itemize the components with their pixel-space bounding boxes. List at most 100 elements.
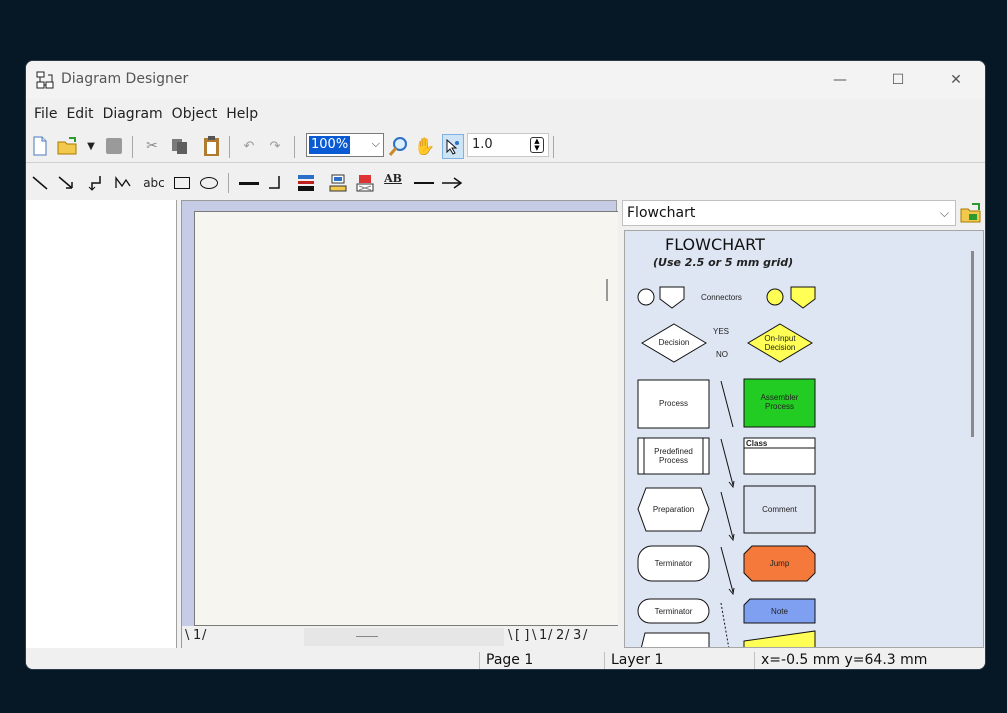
no-label: NO: [716, 350, 728, 359]
stencil-scrollbar[interactable]: [971, 251, 974, 437]
scroll-thumb[interactable]: [356, 636, 378, 637]
window-title: Diagram Designer: [61, 71, 189, 87]
process-label: Process: [659, 399, 688, 408]
arrow-end-icon[interactable]: [440, 174, 464, 192]
polyline-tool-icon[interactable]: [114, 174, 132, 192]
menu-object[interactable]: Object: [172, 106, 218, 122]
flow-line-shape: [720, 380, 734, 428]
menu-bar: File Edit Diagram Object Help: [26, 101, 267, 127]
spin-updown-icon[interactable]: ▲ ▼: [530, 137, 544, 153]
ellipse-tool-icon[interactable]: [200, 177, 218, 189]
save-icon[interactable]: [106, 138, 122, 154]
main-toolbar: ▼ ✂ ↶ ↷ 100% ⌵ ✋ 1.0 ▲ ▼: [26, 131, 985, 163]
line-tool-icon[interactable]: [31, 174, 49, 192]
comment-label: Comment: [762, 505, 797, 514]
flow-arrow-shape: [720, 438, 734, 486]
page-tabs-bar: \ 1 / \ [ ] \ 1 / 2 / 3 /: [182, 626, 618, 648]
library-select[interactable]: Flowchart ⌵: [622, 200, 956, 226]
predefined-process-label-line2: Process: [659, 456, 688, 465]
layer-tab-all[interactable]: [ ]: [515, 628, 529, 643]
note-label: Note: [771, 607, 788, 616]
text-style-button[interactable]: AB: [382, 172, 404, 194]
text-tool-button[interactable]: abc: [141, 174, 167, 192]
manual-input-yellow-shape: [743, 630, 816, 647]
assembler-process-label-line2: Process: [765, 402, 794, 411]
layer-tab-divider: /: [565, 628, 570, 643]
redo-icon[interactable]: ↷: [266, 137, 284, 155]
preparation-label: Preparation: [652, 505, 695, 514]
cut-icon[interactable]: ✂: [144, 137, 160, 155]
arrow-line-tool-icon[interactable]: [57, 174, 75, 192]
zoom-value[interactable]: 100%: [309, 136, 351, 154]
layer-tab-divider: /: [583, 628, 588, 643]
layer-tab-divider: /: [202, 628, 207, 643]
layer-tab-divider: \: [508, 628, 513, 643]
offpage-connector-shape: [659, 286, 685, 309]
line-width-icon[interactable]: [239, 182, 259, 185]
layer-tab-divider: \: [532, 628, 537, 643]
zoom-combo[interactable]: 100% ⌵: [306, 133, 384, 157]
page-tab-1[interactable]: 1: [193, 628, 201, 643]
offpage-connector-yellow-shape: [790, 286, 816, 309]
open-dropdown-icon[interactable]: ▼: [86, 138, 96, 154]
library-select-value[interactable]: Flowchart: [627, 205, 695, 221]
on-input-decision-label-line2: Decision: [764, 343, 796, 352]
app-window: Diagram Designer — ☐ ✕ File Edit Diagram…: [25, 60, 986, 670]
maximize-button[interactable]: ☐: [875, 67, 921, 93]
shadow-color-icon[interactable]: [355, 173, 375, 193]
chevron-down-icon[interactable]: ⌵: [372, 137, 380, 151]
open-library-icon[interactable]: [959, 201, 983, 225]
layer-tab-2[interactable]: 2: [556, 628, 564, 643]
elbow-connector-tool-icon[interactable]: [87, 174, 103, 192]
new-file-icon[interactable]: [31, 136, 49, 156]
layer-tab-divider: /: [548, 628, 553, 643]
layer-tab-3[interactable]: 3: [573, 628, 581, 643]
assembler-process-label-line1: Assembler: [760, 393, 799, 402]
line-color-icon[interactable]: [296, 173, 316, 193]
menu-diagram[interactable]: Diagram: [103, 106, 163, 122]
yes-label: YES: [713, 327, 730, 336]
status-bar: Page 1 Layer 1 x=-0.5 mm y=64.3 mm: [26, 650, 985, 669]
copy-icon[interactable]: [170, 137, 190, 155]
manual-input-shape: [640, 632, 710, 647]
rectangle-tool-icon[interactable]: [174, 177, 190, 189]
library-pane: Flowchart ⌵ FLOWCHART (Use 2.5 or 5 mm g…: [622, 200, 985, 648]
menu-help[interactable]: Help: [226, 106, 258, 122]
close-button[interactable]: ✕: [933, 67, 979, 93]
predefined-process-label-line1: Predefined: [654, 447, 693, 456]
chevron-down-icon[interactable]: ⌵: [940, 206, 949, 221]
stencil-shapes[interactable]: [625, 231, 970, 648]
layer-tab-1[interactable]: 1: [539, 628, 547, 643]
undo-icon[interactable]: ↶: [240, 137, 258, 155]
menu-edit[interactable]: Edit: [66, 106, 93, 122]
line-end-none-icon[interactable]: [414, 182, 434, 184]
drawing-toolbar: abc AB: [26, 169, 985, 197]
zoom-magnifier-icon[interactable]: [387, 136, 409, 158]
horizontal-scrollbar[interactable]: [304, 628, 504, 646]
diagram-designer-icon: [36, 71, 54, 89]
fill-color-icon[interactable]: [328, 173, 348, 193]
title-bar: Diagram Designer — ☐ ✕: [26, 61, 985, 99]
menu-file[interactable]: File: [34, 106, 57, 122]
diagram-page[interactable]: [194, 211, 618, 626]
page-list-pane[interactable]: [26, 200, 177, 648]
on-input-decision-label-line1: On-Input: [764, 334, 796, 343]
jump-label: Jump: [769, 559, 790, 568]
grid-spin[interactable]: 1.0 ▲ ▼: [467, 133, 549, 157]
line-style-icon[interactable]: [267, 174, 283, 192]
terminator-small-label: Terminator: [654, 607, 693, 616]
grid-spin-value[interactable]: 1.0: [472, 137, 493, 152]
decision-label: Decision: [658, 338, 690, 347]
status-layer: Layer 1: [611, 652, 664, 668]
status-page: Page 1: [486, 652, 534, 668]
splitter-handle[interactable]: [606, 279, 608, 301]
select-pointer-icon[interactable]: [442, 134, 464, 159]
class-label: Class: [746, 439, 768, 448]
open-folder-icon[interactable]: [57, 136, 79, 156]
canvas-area[interactable]: \ 1 / \ [ ] \ 1 / 2 / 3 /: [181, 200, 618, 648]
hand-pan-icon[interactable]: ✋: [414, 136, 435, 158]
minimize-button[interactable]: —: [817, 67, 863, 93]
paste-icon[interactable]: [202, 135, 222, 157]
connector-circle-yellow-shape: [766, 288, 784, 306]
flowchart-stencil[interactable]: FLOWCHART (Use 2.5 or 5 mm grid) Connect…: [624, 230, 984, 648]
